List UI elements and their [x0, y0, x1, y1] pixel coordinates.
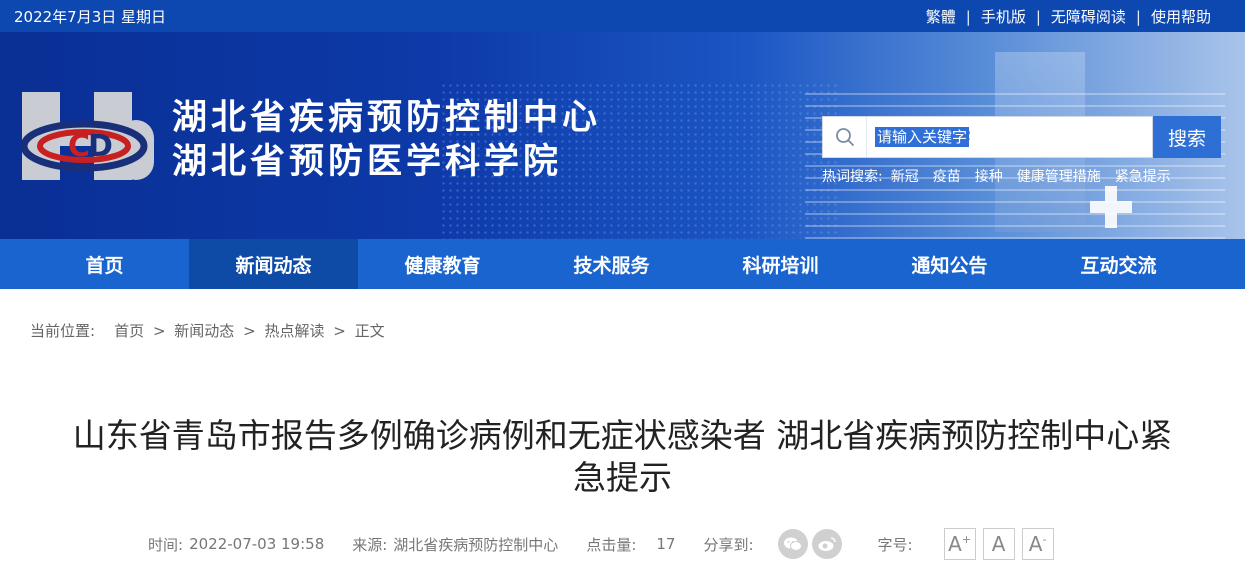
breadcrumb: 当前位置: 首页 > 新闻动态 > 热点解读 > 正文: [30, 320, 385, 341]
article-title-line2: 急提示: [573, 458, 672, 497]
current-date: 2022年7月3日 星期日: [14, 8, 167, 26]
search-button[interactable]: 搜索: [1153, 116, 1221, 158]
header-banner: C D 湖北省疾病预防控制中心 湖北省预防医学科学院 请输入关键字 搜索 热词搜…: [0, 32, 1245, 239]
clicks-value: 17: [656, 535, 676, 553]
nav-item-health-education[interactable]: 健康教育: [358, 239, 527, 289]
article-title: 山东省青岛市报告多例确诊病例和无症状感染者 湖北省疾病预防控制中心紧 急提示: [0, 415, 1245, 499]
breadcrumb-home[interactable]: 首页: [114, 322, 144, 340]
publish-time: 时间: 2022-07-03 19:58: [148, 534, 324, 555]
building-decoration: [805, 89, 1225, 239]
minus-icon: -: [1042, 532, 1047, 546]
mobile-version-link[interactable]: 手机版: [981, 6, 1026, 27]
hbcdc-logo[interactable]: C D: [20, 90, 157, 185]
nav-item-technical-services[interactable]: 技术服务: [527, 239, 696, 289]
site-title-line1: 湖北省疾病预防控制中心: [172, 98, 602, 138]
plus-icon: +: [961, 532, 972, 546]
source-label: 来源:: [352, 535, 388, 554]
font-increase-button[interactable]: A +: [943, 528, 976, 560]
breadcrumb-arrow: >: [333, 322, 346, 340]
share-label: 分享到:: [703, 535, 754, 554]
font-size: 字号: A + A A-: [878, 528, 1054, 560]
font-decrease-button[interactable]: A-: [1021, 528, 1054, 560]
nav-item-home[interactable]: 首页: [20, 239, 189, 289]
svg-text:D: D: [88, 129, 113, 164]
breadcrumb-news[interactable]: 新闻动态: [174, 322, 234, 340]
search-placeholder-highlight: 请输入关键字: [875, 127, 970, 147]
breadcrumb-label: 当前位置:: [30, 322, 96, 340]
hot-word-link[interactable]: 紧急提示: [1115, 166, 1171, 186]
wechat-icon[interactable]: [777, 529, 808, 559]
breadcrumb-arrow: >: [152, 322, 166, 340]
search-icon[interactable]: [823, 117, 867, 157]
font-reset-button[interactable]: A: [982, 528, 1015, 560]
fontsize-label: 字号:: [877, 535, 913, 554]
top-links: 繁體 | 手机版 | 无障碍阅读 | 使用帮助: [926, 6, 1211, 27]
separator: |: [965, 7, 971, 26]
font-increase-letter: A: [948, 532, 962, 556]
time-value: 2022-07-03 19:58: [189, 535, 325, 553]
breadcrumb-current: 正文: [354, 322, 385, 340]
hot-words-label: 热词搜索:: [822, 169, 883, 185]
font-decrease-letter: A: [1028, 532, 1043, 556]
medical-cross-icon: [1090, 186, 1132, 228]
article-title-line1: 山东省青岛市报告多例确诊病例和无症状感染者 湖北省疾病预防控制中心紧: [72, 416, 1173, 455]
source-value: 湖北省疾病预防控制中心: [393, 535, 559, 554]
search-bar: 请输入关键字 搜索: [822, 116, 1221, 158]
svg-text:C: C: [68, 129, 90, 164]
font-reset-letter: A: [991, 532, 1006, 556]
source: 来源: 湖北省疾病预防控制中心: [352, 534, 558, 555]
site-title-line2: 湖北省预防医学科学院: [172, 142, 563, 182]
nav-item-news[interactable]: 新闻动态: [189, 239, 358, 289]
share: 分享到:: [703, 529, 842, 559]
weibo-icon[interactable]: [811, 529, 842, 559]
time-label: 时间:: [148, 535, 184, 554]
separator: |: [1135, 7, 1141, 26]
hot-word-link[interactable]: 接种: [975, 166, 1003, 186]
separator: |: [1035, 7, 1041, 26]
hot-words: 热词搜索: 新冠 疫苗 接种 健康管理措施 紧急提示: [822, 166, 1185, 186]
breadcrumb-arrow: >: [243, 322, 256, 340]
traditional-chinese-link[interactable]: 繁體: [926, 6, 956, 27]
search-box: [822, 116, 1153, 158]
clicks-label: 点击量:: [586, 535, 637, 554]
nav-item-research-training[interactable]: 科研培训: [696, 239, 865, 289]
breadcrumb-hot-topics[interactable]: 热点解读: [264, 322, 324, 340]
site-title: 湖北省疾病预防控制中心 湖北省预防医学科学院: [172, 96, 601, 184]
nav-item-notices[interactable]: 通知公告: [865, 239, 1034, 289]
accessibility-link[interactable]: 无障碍阅读: [1051, 6, 1126, 27]
hot-word-link[interactable]: 疫苗: [933, 166, 961, 186]
main-nav: 首页 新闻动态 健康教育 技术服务 科研培训 通知公告 互动交流: [0, 239, 1245, 289]
top-bar: 2022年7月3日 星期日 繁體 | 手机版 | 无障碍阅读 | 使用帮助: [0, 0, 1245, 32]
hot-word-link[interactable]: 新冠: [891, 166, 919, 186]
article-meta: 时间: 2022-07-03 19:58 来源: 湖北省疾病预防控制中心 点击量…: [148, 528, 1082, 560]
help-link[interactable]: 使用帮助: [1151, 6, 1211, 27]
nav-item-interaction[interactable]: 互动交流: [1034, 239, 1203, 289]
hot-word-link[interactable]: 健康管理措施: [1017, 166, 1101, 186]
click-count: 点击量: 17: [586, 534, 675, 555]
